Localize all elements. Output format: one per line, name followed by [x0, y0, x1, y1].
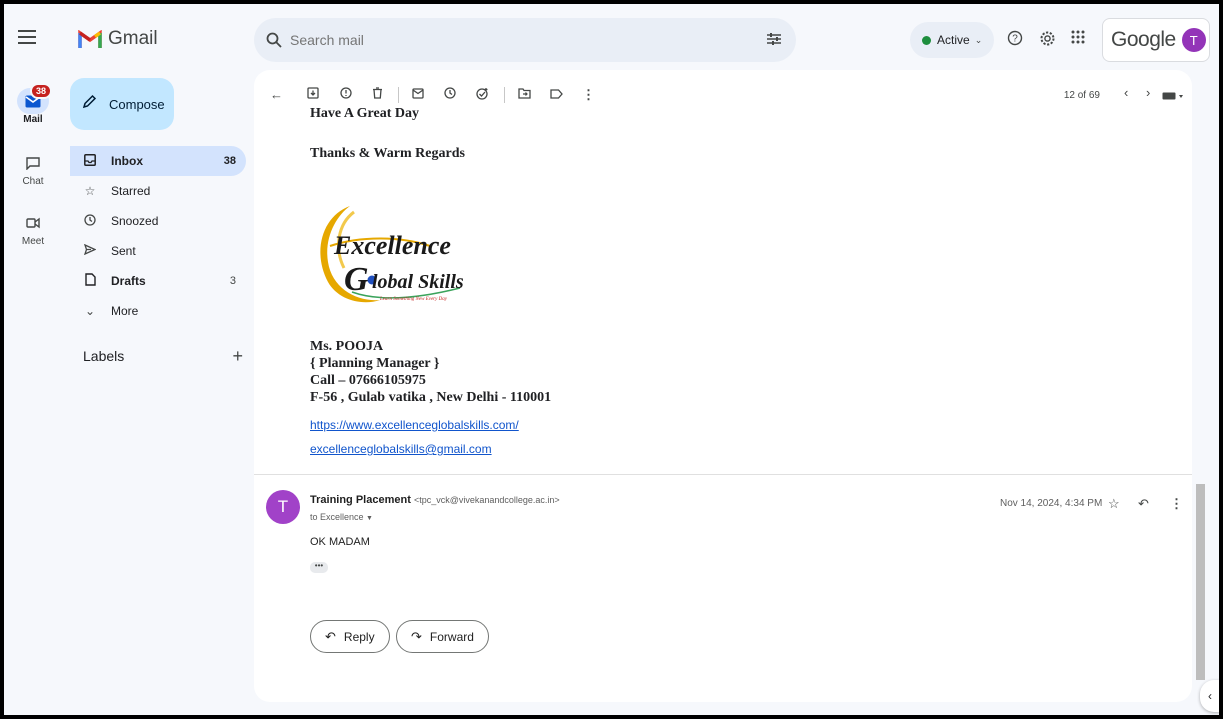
thread-divider	[254, 474, 1192, 475]
help-icon[interactable]: ?	[1007, 30, 1023, 51]
rail-item-chat[interactable]: Chat	[4, 150, 62, 187]
nav-label-drafts: Drafts	[111, 274, 146, 288]
svg-text:?: ?	[1012, 34, 1018, 45]
labels-title: Labels	[83, 348, 125, 364]
nav-count-inbox: 38	[223, 155, 236, 167]
nav-item-more[interactable]: ⌄ More	[70, 296, 246, 326]
star-icon[interactable]: ☆	[1108, 496, 1120, 512]
nav-item-snoozed[interactable]: Snoozed	[70, 206, 246, 236]
chat-icon	[17, 150, 49, 176]
nav-label-snoozed: Snoozed	[111, 214, 159, 228]
send-icon	[83, 243, 97, 258]
rail-label-chat: Chat	[22, 176, 44, 187]
recipients-line[interactable]: to Excellence ▼	[310, 512, 373, 522]
status-selector[interactable]: Active ⌄	[910, 22, 995, 58]
nav-label-more: More	[111, 304, 139, 318]
scrollbar-thumb[interactable]	[1196, 484, 1205, 680]
rail-item-mail[interactable]: 38 Mail	[4, 83, 62, 125]
reply-arrow-icon[interactable]: ↶	[1138, 496, 1149, 512]
more-vert-icon[interactable]: ⋮	[1170, 496, 1183, 512]
inbox-icon	[83, 153, 97, 169]
forward-label: Forward	[429, 629, 474, 644]
labels-header: Labels +	[83, 346, 243, 367]
forward-button[interactable]: ↷ Forward	[396, 620, 489, 653]
side-panel-toggle[interactable]: ‹	[1200, 680, 1219, 712]
nav-item-inbox[interactable]: Inbox 38	[70, 146, 246, 176]
sender-email: <tpc_vck@vivekanandcollege.ac.in>	[413, 495, 560, 505]
chevron-down-icon: ⌄	[84, 304, 96, 318]
sender-avatar[interactable]: T	[266, 490, 300, 524]
mail-unread-badge: 38	[29, 83, 52, 99]
search-bar	[254, 18, 796, 62]
settings-gear-icon[interactable]	[1039, 30, 1056, 52]
sender-line: Training Placement <tpc_vck@vivekanandco…	[310, 494, 560, 506]
rail-label-meet: Meet	[21, 236, 45, 247]
rail-label-mail: Mail	[23, 114, 43, 125]
reply-thread: T Training Placement <tpc_vck@vivekanand…	[254, 70, 1192, 702]
compose-label: Compose	[109, 96, 165, 112]
apps-grid-icon[interactable]	[1071, 30, 1085, 49]
reply-label: Reply	[343, 629, 375, 644]
nav-item-sent[interactable]: Sent	[70, 236, 246, 266]
clock-icon	[83, 213, 97, 229]
reply-arrow-icon: ↶	[325, 628, 336, 644]
pencil-icon	[82, 94, 97, 114]
reply-button[interactable]: ↶ Reply	[310, 620, 390, 653]
caret-down-icon: ▼	[366, 515, 373, 522]
message-date: Nov 14, 2024, 4:34 PM	[1000, 498, 1103, 509]
show-trimmed-content[interactable]: •••	[310, 562, 328, 573]
account-avatar: T	[1181, 28, 1206, 52]
mail-icon: 38	[17, 83, 52, 114]
main-menu-icon[interactable]	[18, 30, 36, 44]
status-label: Active	[937, 33, 970, 47]
reply-body: OK MADAM	[310, 536, 370, 548]
nav-label-inbox: Inbox	[111, 154, 143, 168]
account-switcher[interactable]: Google T	[1102, 18, 1210, 62]
nav-item-starred[interactable]: ☆ Starred	[70, 176, 246, 206]
video-icon	[17, 210, 49, 236]
search-options-icon[interactable]	[766, 32, 782, 49]
app-name: Gmail	[108, 28, 158, 49]
recipients-text: to Excellence	[310, 512, 364, 522]
rail-item-meet[interactable]: Meet	[4, 210, 62, 247]
status-dot-icon	[922, 35, 931, 45]
nav-label-starred: Starred	[111, 184, 151, 198]
compose-button[interactable]: Compose	[70, 78, 174, 130]
google-wordmark: Google	[1111, 28, 1176, 51]
chevron-left-icon: ‹	[1208, 689, 1212, 703]
star-icon: ☆	[84, 184, 96, 198]
forward-arrow-icon: ↷	[411, 628, 422, 644]
mailbox-nav: Inbox 38 ☆ Starred Snoozed Sent Drafts 3…	[70, 146, 246, 326]
app-rail: 38 Mail Chat Meet	[4, 4, 62, 715]
gmail-logo[interactable]: Gmail	[78, 28, 158, 50]
search-icon[interactable]	[266, 32, 282, 48]
draft-icon	[83, 273, 97, 289]
nav-item-drafts[interactable]: Drafts 3	[70, 266, 246, 296]
nav-label-sent: Sent	[111, 244, 136, 258]
gmail-m-icon	[78, 30, 102, 48]
search-input[interactable]	[290, 32, 730, 48]
gmail-window: 38 Mail Chat Meet Gmail Search mail Acti…	[4, 4, 1219, 715]
add-label-icon[interactable]: +	[232, 346, 243, 367]
chevron-down-icon: ⌄	[974, 34, 983, 45]
sender-name[interactable]: Training Placement	[310, 494, 411, 506]
nav-count-drafts: 3	[229, 275, 236, 287]
